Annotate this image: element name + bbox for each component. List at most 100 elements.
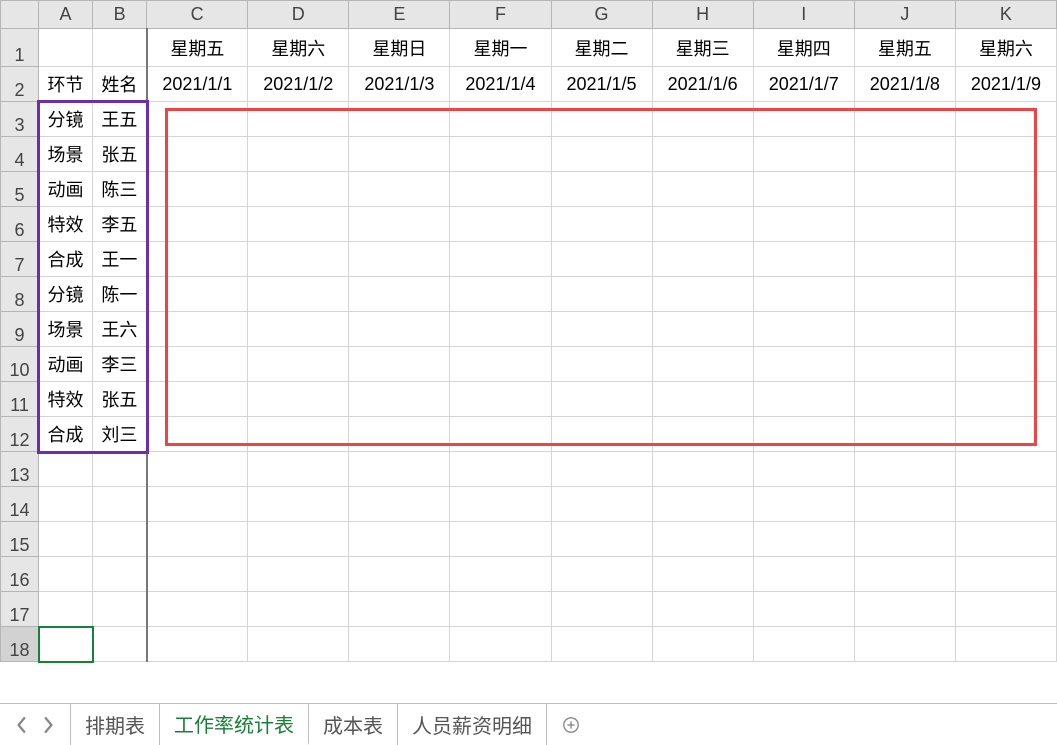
cell[interactable] xyxy=(753,487,854,522)
cell[interactable] xyxy=(450,382,551,417)
cell[interactable] xyxy=(450,312,551,347)
row-header[interactable]: 2 xyxy=(1,67,39,102)
cell[interactable]: 分镜 xyxy=(39,277,93,312)
cell[interactable] xyxy=(551,277,652,312)
cell[interactable] xyxy=(551,242,652,277)
cell[interactable] xyxy=(652,242,753,277)
cell[interactable]: 王五 xyxy=(93,102,147,137)
cell[interactable] xyxy=(955,452,1056,487)
cell[interactable] xyxy=(854,137,955,172)
row-header[interactable]: 10 xyxy=(1,347,39,382)
cell[interactable] xyxy=(551,487,652,522)
cell[interactable] xyxy=(248,312,349,347)
col-header-I[interactable]: I xyxy=(753,1,854,29)
cell[interactable] xyxy=(854,242,955,277)
row-header[interactable]: 17 xyxy=(1,592,39,627)
cell[interactable] xyxy=(551,382,652,417)
cell[interactable] xyxy=(652,452,753,487)
cell[interactable] xyxy=(854,557,955,592)
cell[interactable]: 星期三 xyxy=(652,29,753,67)
cell[interactable] xyxy=(753,277,854,312)
cell[interactable] xyxy=(450,417,551,452)
cell[interactable] xyxy=(248,452,349,487)
cell[interactable] xyxy=(147,347,248,382)
cell[interactable] xyxy=(147,277,248,312)
cell[interactable]: 星期日 xyxy=(349,29,450,67)
cell[interactable] xyxy=(955,277,1056,312)
row-header[interactable]: 18 xyxy=(1,627,39,662)
cell[interactable] xyxy=(349,417,450,452)
cell[interactable]: 特效 xyxy=(39,382,93,417)
cell[interactable] xyxy=(753,347,854,382)
row-header[interactable]: 1 xyxy=(1,29,39,67)
cell[interactable] xyxy=(753,592,854,627)
cell[interactable] xyxy=(652,557,753,592)
cell[interactable] xyxy=(248,487,349,522)
cell[interactable]: 李五 xyxy=(93,207,147,242)
cell[interactable] xyxy=(955,242,1056,277)
cell[interactable] xyxy=(854,347,955,382)
cell[interactable] xyxy=(753,207,854,242)
add-sheet-button[interactable] xyxy=(547,704,595,745)
cell[interactable] xyxy=(450,487,551,522)
cell[interactable] xyxy=(652,592,753,627)
cell[interactable] xyxy=(753,242,854,277)
cell[interactable] xyxy=(955,137,1056,172)
col-header-G[interactable]: G xyxy=(551,1,652,29)
cell[interactable] xyxy=(551,102,652,137)
row-header[interactable]: 16 xyxy=(1,557,39,592)
cell[interactable] xyxy=(450,102,551,137)
cell[interactable] xyxy=(854,627,955,662)
cell[interactable]: 星期二 xyxy=(551,29,652,67)
cell[interactable] xyxy=(652,312,753,347)
cell[interactable]: 2021/1/8 xyxy=(854,67,955,102)
cell[interactable] xyxy=(753,452,854,487)
cell[interactable] xyxy=(349,207,450,242)
row-header[interactable]: 12 xyxy=(1,417,39,452)
cell[interactable] xyxy=(248,627,349,662)
cell[interactable]: 分镜 xyxy=(39,102,93,137)
cell[interactable] xyxy=(349,627,450,662)
cell[interactable] xyxy=(652,627,753,662)
cell[interactable] xyxy=(955,557,1056,592)
cell[interactable] xyxy=(39,627,93,662)
cell[interactable] xyxy=(652,277,753,312)
cell[interactable] xyxy=(854,312,955,347)
cell[interactable] xyxy=(955,487,1056,522)
cell[interactable]: 合成 xyxy=(39,242,93,277)
cell[interactable] xyxy=(248,592,349,627)
cell[interactable] xyxy=(652,207,753,242)
cell[interactable]: 合成 xyxy=(39,417,93,452)
cell[interactable] xyxy=(349,487,450,522)
cell[interactable] xyxy=(854,522,955,557)
cell[interactable] xyxy=(248,382,349,417)
cell[interactable] xyxy=(551,347,652,382)
cell[interactable] xyxy=(854,277,955,312)
cell[interactable] xyxy=(753,102,854,137)
cell[interactable] xyxy=(450,522,551,557)
cell[interactable] xyxy=(854,592,955,627)
cell[interactable] xyxy=(854,102,955,137)
cell[interactable] xyxy=(248,347,349,382)
cell[interactable] xyxy=(652,102,753,137)
cell[interactable] xyxy=(349,102,450,137)
cell[interactable] xyxy=(551,452,652,487)
cell[interactable]: 张五 xyxy=(93,137,147,172)
col-header-H[interactable]: H xyxy=(652,1,753,29)
cell[interactable] xyxy=(349,592,450,627)
cell[interactable] xyxy=(652,522,753,557)
cell[interactable] xyxy=(147,487,248,522)
cell[interactable] xyxy=(955,207,1056,242)
cell[interactable] xyxy=(652,137,753,172)
cell[interactable] xyxy=(955,312,1056,347)
cell[interactable] xyxy=(551,312,652,347)
cell[interactable]: 姓名 xyxy=(93,67,147,102)
sheet-grid[interactable]: A B C D E F G H I J K 1星期五星期六星期日星期一星期二星期… xyxy=(0,0,1057,704)
cell[interactable] xyxy=(147,452,248,487)
cell[interactable] xyxy=(450,137,551,172)
cell[interactable] xyxy=(450,172,551,207)
cell[interactable]: 场景 xyxy=(39,137,93,172)
cell[interactable] xyxy=(39,522,93,557)
cell[interactable] xyxy=(753,312,854,347)
cell[interactable] xyxy=(652,382,753,417)
